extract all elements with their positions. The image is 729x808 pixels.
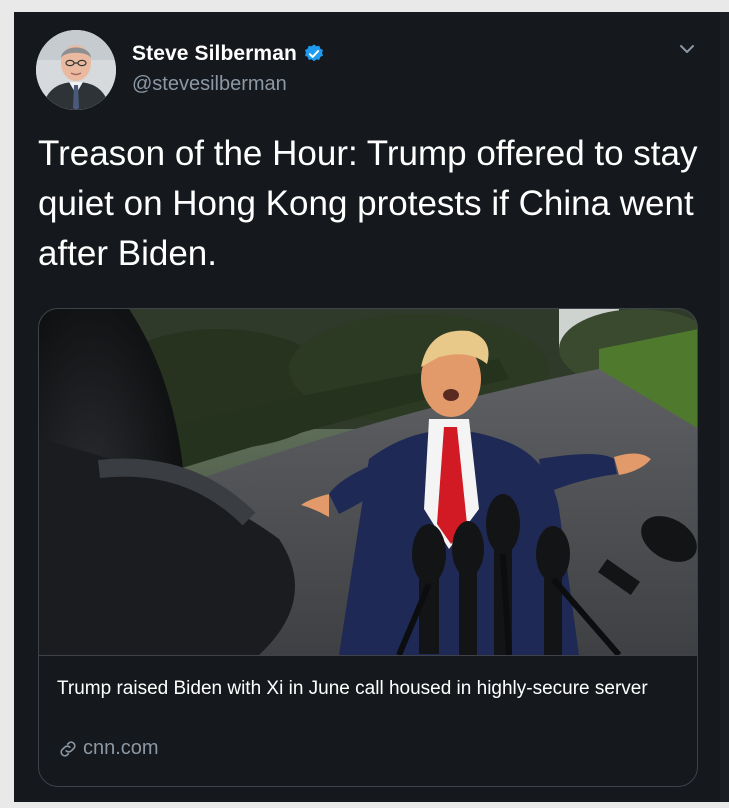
card-divider — [39, 655, 697, 656]
author-name[interactable]: Steve Silberman — [132, 42, 325, 66]
link-card[interactable]: Trump raised Biden with Xi in June call … — [38, 308, 698, 787]
chevron-down-icon[interactable] — [674, 36, 700, 62]
scroll-track[interactable] — [720, 12, 729, 802]
card-domain-text[interactable]: cnn.com — [83, 737, 159, 760]
author-handle[interactable]: @stevesilberman — [132, 73, 287, 96]
link-icon — [57, 738, 79, 760]
verified-badge-icon — [303, 43, 325, 65]
tweet[interactable]: Steve Silberman @stevesilberman Treason … — [14, 12, 720, 802]
card-domain[interactable]: cnn.com — [57, 737, 159, 760]
card-image[interactable] — [39, 309, 697, 657]
author-name-text[interactable]: Steve Silberman — [132, 42, 297, 66]
avatar[interactable] — [36, 30, 116, 110]
card-title[interactable]: Trump raised Biden with Xi in June call … — [57, 674, 677, 704]
tweet-text: Treason of the Hour: Trump offered to st… — [38, 134, 698, 273]
